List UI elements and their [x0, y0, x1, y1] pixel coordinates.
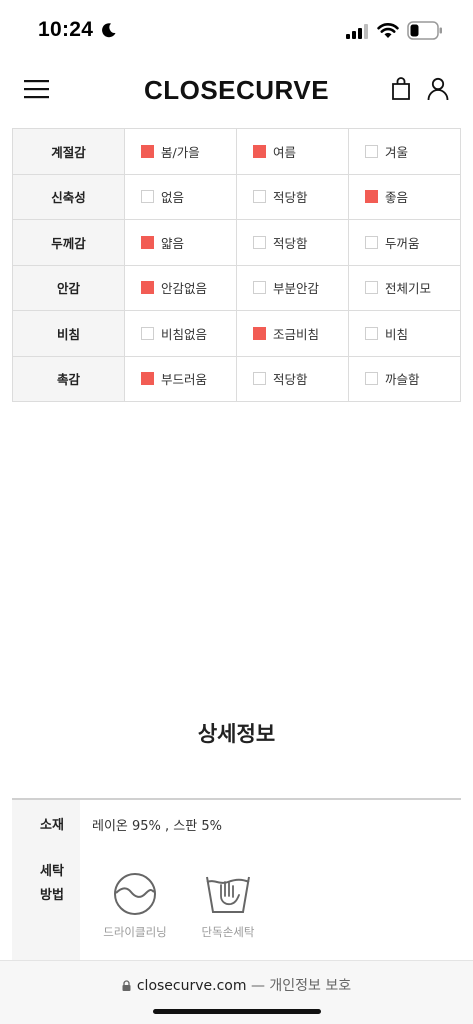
attribute-option-label: 봄/가을 — [161, 144, 200, 160]
dry-clean-caption: 드라이클리닝 — [103, 925, 167, 939]
wash-label-line-2: 방법 — [40, 888, 64, 903]
attribute-option-label: 없음 — [161, 190, 185, 206]
attribute-option-label: 부분안감 — [273, 281, 320, 297]
attribute-option: 여름 — [236, 128, 349, 175]
shopping-bag-icon[interactable] — [391, 77, 411, 101]
checked-indicator — [141, 144, 154, 158]
unchecked-indicator — [253, 372, 266, 386]
attribute-option: 적당함 — [236, 173, 349, 220]
lock-icon — [122, 980, 131, 991]
attribute-label: 계절감 — [12, 128, 125, 175]
attribute-option-label: 전체기모 — [385, 281, 432, 297]
attribute-row: 신축성 없음 적당함 좋음 — [12, 173, 461, 220]
unchecked-indicator — [365, 372, 378, 386]
attribute-option: 두꺼움 — [348, 219, 461, 266]
wash-label-line-1: 세탁 — [40, 864, 64, 879]
attribute-option-label: 적당함 — [273, 235, 308, 251]
attribute-option: 전체기모 — [348, 264, 461, 311]
unchecked-indicator — [365, 281, 378, 295]
unchecked-indicator — [365, 144, 378, 158]
attribute-option: 안감없음 — [124, 264, 237, 311]
attribute-option-label: 안감없음 — [161, 281, 208, 297]
attribute-row: 비침 비침없음 조금비침 비침 — [12, 310, 461, 357]
home-indicator[interactable] — [153, 1009, 321, 1014]
cellular-signal-icon — [346, 24, 368, 39]
attribute-option-label: 여름 — [273, 144, 297, 160]
app-header: CLOSECURVE — [0, 60, 473, 124]
attribute-option: 얇음 — [124, 219, 237, 266]
attribute-option: 적당함 — [236, 355, 349, 402]
attribute-option: 적당함 — [236, 219, 349, 266]
attribute-option-label: 부드러움 — [161, 372, 208, 388]
material-label: 소재 — [40, 818, 64, 833]
checked-indicator — [253, 144, 266, 158]
attribute-option: 부분안감 — [236, 264, 349, 311]
checked-indicator — [253, 326, 266, 340]
hand-wash-icon — [206, 876, 250, 913]
unchecked-indicator — [365, 326, 378, 340]
product-attribute-table: 계절감 봄/가을 여름 겨울 신축성 없음 적당함 좋음 두께감 얇음 적당함 두꺼움 안감 안감없음 부분… — [12, 128, 461, 402]
attribute-option-label: 적당함 — [273, 372, 308, 388]
battery-icon — [407, 21, 442, 40]
url-separator: — — [250, 978, 265, 994]
privacy-label: 개인정보 보호 — [269, 978, 352, 994]
unchecked-indicator — [253, 190, 266, 204]
attribute-row: 계절감 봄/가을 여름 겨울 — [12, 128, 461, 175]
attribute-option-label: 겨울 — [385, 144, 409, 160]
attribute-row: 촉감 부드러움 적당함 까슬함 — [12, 355, 461, 402]
attribute-option-label: 까슬함 — [385, 372, 420, 388]
moon-icon — [102, 23, 116, 38]
attribute-option: 비침 — [348, 310, 461, 357]
checked-indicator — [141, 281, 154, 295]
attribute-option-label: 비침없음 — [161, 326, 208, 342]
hamburger-menu-icon[interactable] — [24, 79, 49, 99]
attribute-label: 두께감 — [12, 219, 125, 266]
attribute-option: 봄/가을 — [124, 128, 237, 175]
attribute-option: 부드러움 — [124, 355, 237, 402]
browser-address-bar[interactable]: closecurve.com — 개인정보 보호 — [0, 960, 473, 1024]
user-account-icon[interactable] — [427, 77, 449, 101]
attribute-option: 좋음 — [348, 173, 461, 220]
attribute-label: 신축성 — [12, 173, 125, 220]
attribute-row: 안감 안감없음 부분안감 전체기모 — [12, 264, 461, 311]
url-domain: closecurve.com — [136, 978, 247, 994]
unchecked-indicator — [141, 326, 154, 340]
attribute-option: 없음 — [124, 173, 237, 220]
attribute-option-label: 얇음 — [161, 235, 185, 251]
material-value: 레이온 95% , 스판 5% — [92, 819, 222, 834]
status-time: 10:24 — [38, 18, 94, 41]
attribute-option: 조금비침 — [236, 310, 349, 357]
checked-indicator — [365, 190, 378, 204]
attribute-option-label: 비침 — [385, 326, 409, 342]
unchecked-indicator — [253, 235, 266, 249]
unchecked-indicator — [253, 281, 266, 295]
attribute-option-label: 두꺼움 — [385, 235, 420, 251]
wash-method-label: 세탁 방법 — [12, 860, 92, 908]
attribute-row: 두께감 얇음 적당함 두꺼움 — [12, 219, 461, 266]
unchecked-indicator — [365, 235, 378, 249]
detail-info-title: 상세정보 — [197, 722, 276, 746]
attribute-option-label: 조금비침 — [273, 326, 320, 342]
care-hand-wash: 단독손세탁 — [188, 872, 268, 940]
attribute-option-label: 좋음 — [385, 190, 409, 206]
attribute-option: 비침없음 — [124, 310, 237, 357]
dry-clean-icon — [114, 873, 156, 915]
attribute-label: 촉감 — [12, 355, 125, 402]
wifi-icon — [377, 23, 399, 38]
attribute-label: 비침 — [12, 310, 125, 357]
attribute-option: 겨울 — [348, 128, 461, 175]
url-row[interactable]: closecurve.com — 개인정보 보호 — [0, 975, 473, 995]
checked-indicator — [141, 372, 154, 386]
care-dry-clean: 드라이클리닝 — [95, 872, 175, 940]
attribute-option: 까슬함 — [348, 355, 461, 402]
status-bar: 10:24 — [0, 0, 473, 60]
unchecked-indicator — [141, 190, 154, 204]
attribute-label: 안감 — [12, 264, 125, 311]
checked-indicator — [141, 235, 154, 249]
attribute-option-label: 적당함 — [273, 190, 308, 206]
hand-wash-caption: 단독손세탁 — [201, 925, 255, 939]
